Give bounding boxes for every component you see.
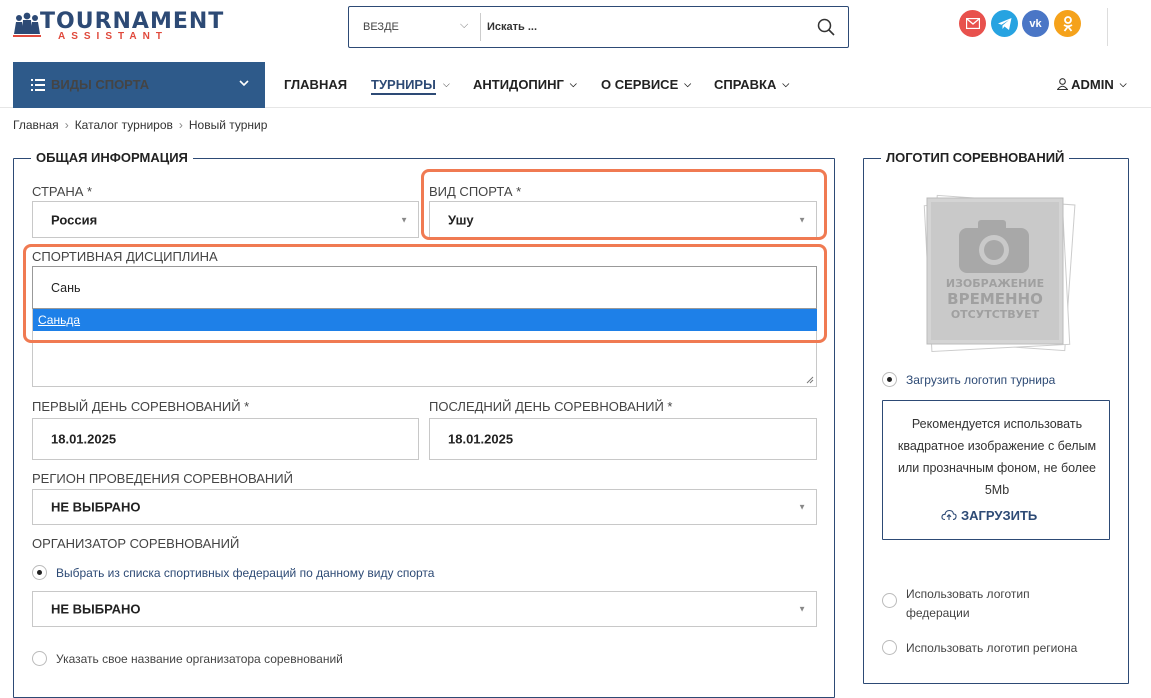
organizer-custom-label[interactable]: Указать свое название организатора сорев… [56,652,343,666]
chevron-right-icon: › [178,118,183,132]
chevron-down-icon[interactable]: ⌵ [443,79,450,90]
chevron-down-icon: ⌵ [782,79,790,89]
chevron-right-icon: › [64,118,69,132]
first-day-input[interactable]: 18.01.2025 [32,418,419,460]
country-select[interactable]: Россия ▼ [32,201,419,238]
search-divider [480,13,481,41]
nav-about[interactable]: О СЕРВИСЕ ⌵ [601,77,691,92]
odnoklassniki-icon[interactable] [1054,10,1081,37]
upload-button[interactable]: ЗАГРУЗИТЬ [941,508,1037,523]
chevron-down-icon: ⌵ [1119,79,1127,89]
breadcrumb-current: Новый турнир [188,118,268,132]
upload-hint: Рекомендуется использовать квадратное из… [897,417,1097,497]
first-day-label: ПЕРВЫЙ ДЕНЬ СОРЕВНОВАНИЙ * [32,399,250,414]
sports-menu-label: ВИДЫ СПОРТА [51,77,150,92]
region-label: РЕГИОН ПРОВЕДЕНИЯ СОРЕВНОВАНИЙ [32,471,293,486]
chevron-down-icon [239,80,249,87]
region-logo-label[interactable]: Использовать логотип региона [906,641,1077,655]
logo-section-title: ЛОГОТИП СОРЕВНОВАНИЙ [881,150,1070,165]
vk-icon[interactable]: vk [1022,10,1049,37]
organizer-label: ОРГАНИЗАТОР СОРЕВНОВАНИЙ [32,536,240,551]
country-value: Россия [51,212,98,227]
organizer-custom-radio[interactable] [32,651,47,666]
mail-icon[interactable] [959,10,986,37]
first-day-value: 18.01.2025 [51,431,117,447]
upload-logo-radio[interactable] [882,372,897,387]
search-icon[interactable] [817,18,835,36]
caret-down-icon: ▼ [400,215,408,224]
chevron-down-icon: ⌵ [684,79,692,89]
organizer-federation-label[interactable]: Выбрать из списка спортивных федераций п… [56,566,434,580]
placeholder-text-1: ИЗОБРАЖЕНИЕ [946,277,1044,290]
breadcrumb-home[interactable]: Главная [13,118,59,132]
nav-home[interactable]: ГЛАВНАЯ [284,77,347,92]
country-label: СТРАНА * [32,184,93,199]
region-value: НЕ ВЫБРАНО [51,499,141,515]
header-divider [1107,8,1108,46]
nav-tournaments[interactable]: ТУРНИРЫ [371,77,436,95]
discipline-highlight [23,244,827,343]
caret-down-icon: ▼ [798,502,806,512]
user-name: ADMIN [1071,77,1114,92]
search-bar: ВЕЗДЕ ⌵ [348,6,849,48]
region-logo-radio[interactable] [882,640,897,655]
menu-icon [31,79,45,91]
organizer-federation-radio[interactable] [32,565,47,580]
upload-logo-label[interactable]: Загрузить логотип турнира [906,373,1055,387]
organizer-value: НЕ ВЫБРАНО [51,601,141,617]
search-scope-select[interactable]: ВЕЗДЕ [363,21,399,33]
federation-logo-label[interactable]: Использовать логотип федерации [906,585,1086,623]
placeholder-text-2: ВРЕМЕННО [947,290,1043,308]
organizer-select[interactable]: НЕ ВЫБРАНО ▼ [32,591,817,627]
nav-help[interactable]: СПРАВКА ⌵ [714,77,789,92]
nav-antidoping[interactable]: АНТИДОПИНГ ⌵ [473,77,577,92]
sport-highlight [421,169,827,240]
caret-down-icon: ▼ [798,604,806,614]
upload-dropzone[interactable]: Рекомендуется использовать квадратное из… [882,400,1110,540]
placeholder-text-3: ОТСУТСТВУЕТ [951,308,1040,321]
federation-logo-radio[interactable] [882,593,897,608]
upload-button-label: ЗАГРУЗИТЬ [961,508,1038,523]
general-info-title: ОБЩАЯ ИНФОРМАЦИЯ [31,150,193,165]
resize-handle-icon[interactable] [806,376,814,384]
telegram-icon[interactable] [991,10,1018,37]
image-placeholder-icon: ИЗОБРАЖЕНИЕ ВРЕМЕННО ОТСУТСТВУЕТ [923,194,1076,353]
chevron-down-icon[interactable]: ⌵ [460,19,468,32]
last-day-input[interactable]: 18.01.2025 [429,418,817,460]
sports-menu-button[interactable]: ВИДЫ СПОРТА [13,62,265,108]
user-menu[interactable]: ADMIN ⌵ [1056,77,1127,92]
breadcrumb-catalog[interactable]: Каталог турниров [75,118,173,132]
breadcrumb: Главная › Каталог турниров › Новый турнир [13,118,267,132]
cloud-upload-icon [941,509,957,521]
region-select[interactable]: НЕ ВЫБРАНО ▼ [32,489,817,525]
logo-people-icon [13,12,41,37]
logo-subtitle: ASSISTANT [58,31,168,42]
user-icon [1056,78,1069,91]
last-day-value: 18.01.2025 [448,431,514,447]
search-input[interactable] [487,18,787,36]
last-day-label: ПОСЛЕДНИЙ ДЕНЬ СОРЕВНОВАНИЙ * [429,399,673,414]
chevron-down-icon: ⌵ [569,79,577,89]
